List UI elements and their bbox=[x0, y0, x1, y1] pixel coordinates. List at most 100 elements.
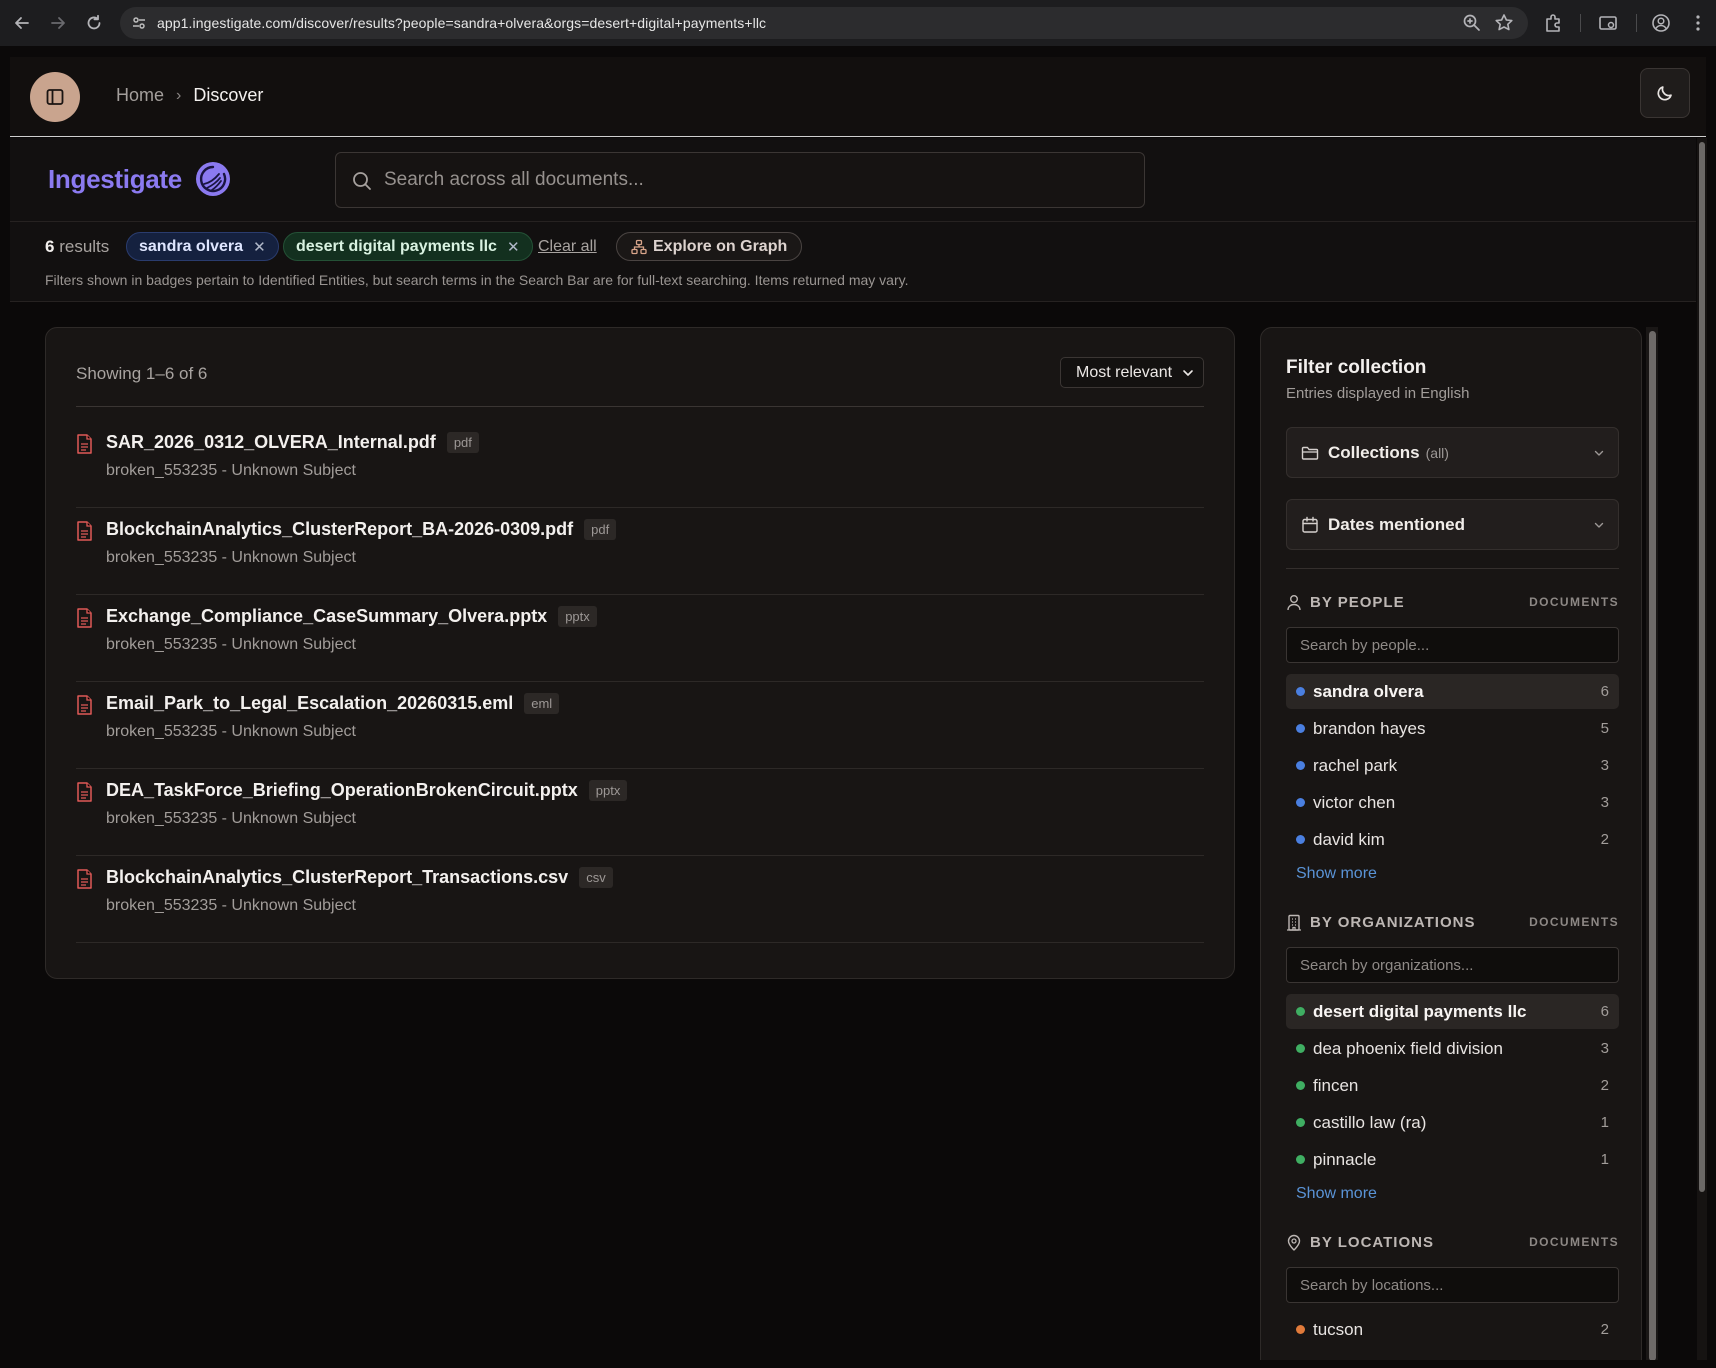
results-count: 6 results bbox=[45, 237, 109, 257]
locations-search[interactable] bbox=[1286, 1267, 1619, 1303]
organization-item[interactable]: fincen 2 bbox=[1286, 1068, 1619, 1103]
theme-toggle-button[interactable] bbox=[1640, 68, 1690, 118]
filter-panel-scrollbar[interactable] bbox=[1646, 327, 1658, 1360]
people-search[interactable] bbox=[1286, 627, 1619, 663]
main-search-box[interactable] bbox=[335, 152, 1145, 208]
back-icon[interactable] bbox=[8, 9, 36, 37]
breadcrumb: Home › Discover bbox=[116, 85, 263, 106]
result-item[interactable]: SAR_2026_0312_OLVERA_Internal.pdf pdf bro… bbox=[76, 421, 1204, 508]
organization-item-name: pinnacle bbox=[1313, 1150, 1377, 1169]
organization-item-name: desert digital payments llc bbox=[1313, 1002, 1527, 1021]
result-item[interactable]: DEA_TaskForce_Briefing_OperationBrokenCi… bbox=[76, 769, 1204, 856]
breadcrumb-home[interactable]: Home bbox=[116, 85, 164, 106]
locations-search-input[interactable] bbox=[1287, 1268, 1618, 1302]
reload-icon[interactable] bbox=[80, 9, 108, 37]
organization-item-name: castillo law (ra) bbox=[1313, 1113, 1427, 1132]
file-icon bbox=[77, 695, 92, 715]
search-input[interactable] bbox=[384, 153, 1124, 207]
people-item[interactable]: rachel park 3 bbox=[1286, 748, 1619, 783]
person-dot bbox=[1296, 798, 1305, 807]
menu-kebab-icon[interactable] bbox=[1687, 12, 1709, 34]
people-search-input[interactable] bbox=[1287, 628, 1618, 662]
organization-item[interactable]: pinnacle 1 bbox=[1286, 1142, 1619, 1177]
result-subtitle: broken_553235 - Unknown Subject bbox=[106, 810, 356, 827]
organization-item[interactable]: dea phoenix field division 3 bbox=[1286, 1031, 1619, 1066]
file-type-badge: pptx bbox=[558, 606, 597, 627]
close-icon[interactable]: ✕ bbox=[507, 238, 520, 256]
people-item-name: brandon hayes bbox=[1313, 719, 1426, 738]
forward-icon[interactable] bbox=[44, 9, 72, 37]
people-item[interactable]: brandon hayes 5 bbox=[1286, 711, 1619, 746]
result-title[interactable]: SAR_2026_0312_OLVERA_Internal.pdf bbox=[106, 432, 436, 453]
result-title[interactable]: Email_Park_to_Legal_Escalation_20260315.… bbox=[106, 693, 513, 714]
extensions-icon[interactable] bbox=[1542, 12, 1564, 34]
organization-item[interactable]: castillo law (ra) 1 bbox=[1286, 1105, 1619, 1140]
collections-value: (all) bbox=[1425, 445, 1449, 461]
close-icon[interactable]: ✕ bbox=[253, 238, 266, 256]
file-type-badge: pdf bbox=[446, 432, 479, 453]
people-item[interactable]: victor chen 3 bbox=[1286, 785, 1619, 820]
file-type-badge: eml bbox=[524, 693, 560, 714]
people-section-title: BY PEOPLE bbox=[1310, 594, 1405, 611]
search-icon bbox=[353, 172, 371, 190]
organization-item-count: 1 bbox=[1600, 1114, 1609, 1131]
filter-panel-subtitle: Entries displayed in English bbox=[1286, 385, 1470, 402]
scrollbar-thumb[interactable] bbox=[1699, 142, 1705, 1192]
browser-toolbar: app1.ingestigate.com/discover/results?pe… bbox=[0, 0, 1716, 46]
address-bar[interactable]: app1.ingestigate.com/discover/results?pe… bbox=[120, 7, 1528, 39]
result-title[interactable]: DEA_TaskForce_Briefing_OperationBrokenCi… bbox=[106, 780, 578, 801]
organizations-search-input[interactable] bbox=[1287, 948, 1618, 982]
result-subtitle: broken_553235 - Unknown Subject bbox=[106, 723, 356, 740]
organization-item-count: 1 bbox=[1600, 1151, 1609, 1168]
logo-text[interactable]: Ingestigate bbox=[48, 164, 182, 195]
building-icon bbox=[1287, 914, 1301, 931]
zoom-icon[interactable] bbox=[1461, 12, 1483, 34]
people-show-more-link[interactable]: Show more bbox=[1296, 865, 1377, 883]
result-item[interactable]: Exchange_Compliance_CaseSummary_Olvera.p… bbox=[76, 595, 1204, 682]
explore-graph-label: Explore on Graph bbox=[653, 237, 788, 255]
result-item[interactable]: BlockchainAnalytics_ClusterReport_Transa… bbox=[76, 856, 1204, 943]
main-scrollbar[interactable] bbox=[1697, 138, 1707, 1360]
profile-icon[interactable] bbox=[1650, 12, 1672, 34]
organizations-show-more-link[interactable]: Show more bbox=[1296, 1185, 1377, 1203]
explore-graph-button[interactable]: Explore on Graph bbox=[616, 232, 803, 261]
sidebar-toggle-button[interactable] bbox=[30, 72, 80, 122]
documents-column-header: DOCUMENTS bbox=[1529, 1235, 1619, 1249]
scrollbar-thumb[interactable] bbox=[1649, 331, 1656, 1360]
sort-select[interactable]: Most relevant bbox=[1060, 357, 1204, 388]
site-settings-icon[interactable] bbox=[130, 14, 148, 32]
organization-item-count: 3 bbox=[1600, 1040, 1609, 1057]
bookmark-star-icon[interactable] bbox=[1493, 12, 1515, 34]
people-item[interactable]: sandra olvera 6 bbox=[1286, 674, 1619, 709]
organization-item[interactable]: desert digital payments llc 6 bbox=[1286, 994, 1619, 1029]
location-item-count: 2 bbox=[1600, 1321, 1609, 1338]
dates-mentioned-dropdown[interactable]: Dates mentioned bbox=[1286, 499, 1619, 550]
file-type-badge: csv bbox=[579, 867, 613, 888]
documents-column-header: DOCUMENTS bbox=[1529, 915, 1619, 929]
result-subtitle: broken_553235 - Unknown Subject bbox=[106, 636, 356, 653]
people-item[interactable]: david kim 2 bbox=[1286, 822, 1619, 857]
location-item[interactable]: tucson 2 bbox=[1286, 1312, 1619, 1347]
people-item-count: 5 bbox=[1600, 720, 1609, 737]
result-title[interactable]: BlockchainAnalytics_ClusterReport_Transa… bbox=[106, 867, 568, 888]
result-title[interactable]: Exchange_Compliance_CaseSummary_Olvera.p… bbox=[106, 606, 547, 627]
filter-panel-title: Filter collection bbox=[1286, 357, 1427, 378]
result-item[interactable]: BlockchainAnalytics_ClusterReport_BA-202… bbox=[76, 508, 1204, 595]
organization-item-name: dea phoenix field division bbox=[1313, 1039, 1503, 1058]
collections-dropdown[interactable]: Collections (all) bbox=[1286, 427, 1619, 478]
people-section-header: BY PEOPLE DOCUMENTS bbox=[1286, 592, 1619, 614]
organizations-section-header: BY ORGANIZATIONS DOCUMENTS bbox=[1286, 912, 1619, 934]
breadcrumb-separator: › bbox=[176, 86, 182, 104]
folder-icon bbox=[1301, 446, 1319, 460]
map-pin-icon bbox=[1287, 1234, 1301, 1251]
organization-dot bbox=[1296, 1118, 1305, 1127]
organizations-search[interactable] bbox=[1286, 947, 1619, 983]
result-item[interactable]: Email_Park_to_Legal_Escalation_20260315.… bbox=[76, 682, 1204, 769]
cast-icon[interactable] bbox=[1597, 12, 1619, 34]
result-title[interactable]: BlockchainAnalytics_ClusterReport_BA-202… bbox=[106, 519, 573, 540]
results-count-number: 6 bbox=[45, 237, 55, 256]
result-subtitle: broken_553235 - Unknown Subject bbox=[106, 897, 356, 914]
sidebar-panel-icon bbox=[46, 89, 64, 105]
brand-search-row: Ingestigate bbox=[10, 138, 1696, 222]
clear-all-link[interactable]: Clear all bbox=[538, 238, 597, 256]
